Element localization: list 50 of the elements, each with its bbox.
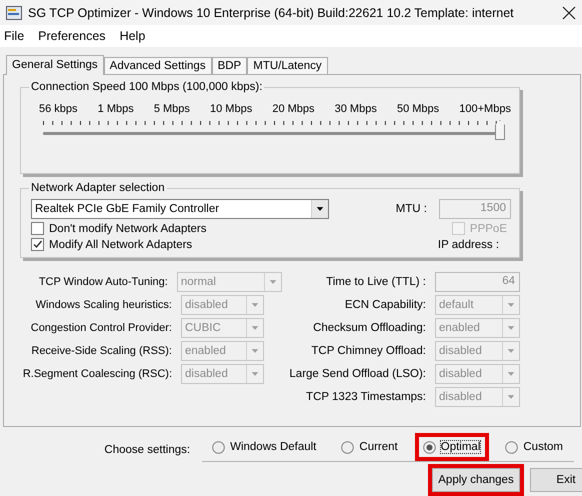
choose-settings-label: Choose settings:	[104, 444, 190, 456]
menu-item[interactable]: Help	[120, 29, 146, 43]
setting-label: Windows Scaling heuristics:	[34, 299, 172, 311]
scale-label: 20 Mbps	[272, 103, 315, 115]
radio-button[interactable]	[212, 440, 226, 454]
action-button[interactable]: Exit	[530, 468, 582, 492]
scale-label: 30 Mbps	[334, 103, 377, 115]
scale-label: 5 Mbps	[154, 103, 190, 115]
tab[interactable]: General Settings	[6, 55, 104, 75]
window-title: SG TCP Optimizer - Windows 10 Enterprise (64-bit) Build:22621 10.2 Template: internet	[28, 6, 515, 20]
menu-item[interactable]: File	[4, 29, 24, 43]
tab[interactable]: BDP	[212, 57, 248, 74]
radio-button[interactable]	[422, 440, 436, 454]
setting-label: R.Segment Coalescing (RSC):	[22, 368, 172, 380]
scale-label: 56 kbps	[39, 103, 78, 115]
checkbox[interactable]	[31, 238, 44, 251]
tab[interactable]: MTU/Latency	[247, 57, 328, 74]
radio-label[interactable]: Custom	[522, 440, 564, 454]
checkbox-label: Modify All Network Adapters	[49, 238, 192, 250]
close-icon[interactable]	[562, 6, 576, 20]
checkbox-label: PPPoE	[470, 222, 507, 234]
adapter-dropdown[interactable]: Realtek PCIe GbE Family Controller	[31, 199, 329, 219]
menu-item[interactable]: Preferences	[38, 29, 106, 43]
scale-label: 100+Mbps	[459, 103, 511, 115]
mtu-label: MTU :	[396, 203, 427, 215]
radio-label[interactable]: Current	[358, 440, 399, 454]
group-label: Network Adapter selection	[30, 182, 166, 194]
app-icon	[6, 6, 22, 20]
checkbox[interactable]	[31, 222, 44, 235]
setting-label: TCP Chimney Offload:	[311, 345, 426, 357]
radio-label[interactable]: Optimal	[440, 440, 482, 454]
scale-label: 50 Mbps	[396, 103, 440, 115]
setting-label: ECN Capability:	[344, 299, 426, 311]
radio-label[interactable]: Windows Default	[229, 440, 318, 454]
setting-label: Congestion Control Provider:	[30, 322, 172, 334]
slider-thumb[interactable]	[495, 120, 505, 140]
setting-label: Large Send Offload (LSO):	[289, 368, 426, 380]
scale-label: 10 Mbps	[210, 103, 252, 115]
checkbox-label: Don't modify Network Adapters	[49, 222, 207, 234]
setting-label: Time to Live (TTL) :	[326, 276, 426, 288]
setting-label: Checksum Offloading:	[313, 322, 426, 334]
group-label: Connection Speed 100 Mbps (100,000 kbps):	[30, 81, 264, 93]
radio-button[interactable]	[341, 440, 354, 454]
ip-address-label: IP address :	[438, 239, 500, 251]
radio-button[interactable]	[505, 440, 518, 454]
setting-label: Receive-Side Scaling (RSS):	[30, 345, 172, 357]
tab[interactable]: Advanced Settings	[104, 57, 212, 74]
scale-label: 1 Mbps	[98, 103, 134, 115]
setting-label: TCP Window Auto-Tuning:	[38, 276, 168, 288]
setting-label: TCP 1323 Timestamps:	[306, 391, 426, 403]
